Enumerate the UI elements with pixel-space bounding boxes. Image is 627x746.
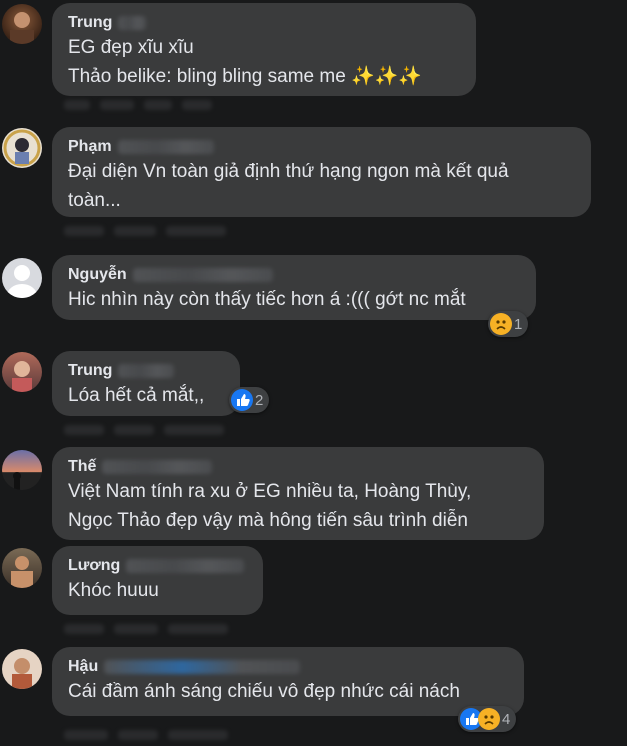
comment-author[interactable]: Trung [68, 13, 112, 33]
comment-bubble: Phạm Đại diện Vn toàn giả định thứ hạng … [52, 127, 591, 217]
avatar[interactable] [2, 128, 42, 168]
reaction-summary[interactable]: 2 [229, 387, 270, 413]
comment-text: Đại diện Vn toàn giả định thứ hạng ngon … [68, 161, 509, 211]
comment-author[interactable]: Phạm [68, 137, 112, 157]
avatar[interactable] [2, 258, 42, 298]
avatar[interactable] [2, 548, 42, 588]
sad-reaction-icon [490, 313, 512, 335]
comment-bubble: Hậu Cái đầm ánh sáng chiếu vô đẹp nhức c… [52, 647, 524, 716]
reaction-count: 4 [502, 710, 511, 728]
comment-actions [64, 226, 226, 238]
reaction-summary[interactable]: 4 [458, 706, 517, 732]
comment-bubble: Lương Khóc huuu [52, 546, 263, 615]
comment-author[interactable]: Nguyễn [68, 265, 127, 285]
comment-bubble: Thế Việt Nam tính ra xu ở EG nhiều ta, H… [52, 447, 544, 540]
avatar[interactable] [2, 450, 42, 490]
reaction-count: 1 [514, 315, 523, 333]
comment-author[interactable]: Trung [68, 361, 112, 381]
comment-text: Việt Nam tính ra xu ở EG nhiều ta, Hoàng… [68, 481, 472, 531]
comment-actions [64, 624, 228, 636]
comment-author[interactable]: Thế [68, 457, 96, 477]
comment-actions [64, 730, 228, 742]
avatar[interactable] [2, 4, 42, 44]
avatar[interactable] [2, 649, 42, 689]
like-reaction-icon [231, 389, 253, 411]
comment-text: Khóc huuu [68, 580, 159, 601]
comment-text: Cái đầm ánh sáng chiếu vô đẹp nhức cái n… [68, 681, 460, 702]
comment-bubble: Trung EG đẹp xĩu xĩu Thảo belike: bling … [52, 3, 476, 96]
comment-text: EG đẹp xĩu xĩu Thảo belike: bling bling … [68, 37, 423, 87]
sad-reaction-icon [478, 708, 500, 730]
comment-bubble: Trung Lóa hết cả mắt,, [52, 351, 240, 416]
reaction-count: 2 [255, 391, 264, 409]
reaction-summary[interactable]: 1 [488, 311, 529, 337]
comment-text: Lóa hết cả mắt,, [68, 385, 205, 406]
avatar[interactable] [2, 352, 42, 392]
comment-author[interactable]: Hậu [68, 657, 98, 677]
comment-actions [64, 425, 224, 437]
comment-text: Hic nhìn này còn thấy tiếc hơn á :((( gớ… [68, 289, 466, 310]
comment-bubble: Nguyễn Hic nhìn này còn thấy tiếc hơn á … [52, 255, 536, 320]
comment-author[interactable]: Lương [68, 556, 120, 576]
comment-actions [64, 100, 212, 112]
